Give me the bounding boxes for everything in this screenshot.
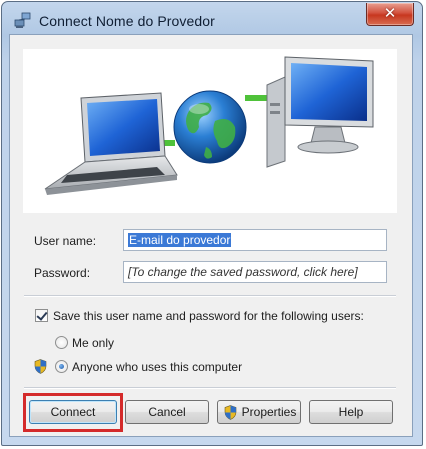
- laptop-icon: [44, 92, 178, 195]
- help-button[interactable]: Help: [309, 400, 393, 424]
- radio-me-only-label: Me only: [72, 336, 115, 350]
- network-connection-icon: [14, 12, 31, 28]
- username-label: User name:: [34, 234, 97, 248]
- properties-button-label: Properties: [241, 405, 297, 419]
- username-field[interactable]: E-mail do provedor: [123, 229, 387, 251]
- properties-button[interactable]: Properties: [217, 400, 301, 424]
- desktop-computer-icon: [266, 56, 374, 168]
- close-button[interactable]: ✕: [366, 3, 414, 26]
- password-label: Password:: [34, 266, 91, 280]
- title-bar[interactable]: Connect Nome do Provedor ✕: [2, 2, 422, 34]
- connection-banner: [23, 49, 397, 213]
- password-value: [To change the saved password, click her…: [128, 265, 358, 279]
- radio-me-only[interactable]: [55, 336, 68, 349]
- username-value: E-mail do provedor: [128, 233, 232, 247]
- separator: [24, 295, 396, 297]
- radio-anyone-label: Anyone who uses this computer: [72, 360, 243, 374]
- uac-shield-icon: [34, 359, 47, 374]
- close-icon: ✕: [383, 4, 397, 22]
- separator: [24, 387, 396, 389]
- save-credentials-label: Save this user name and password for the…: [53, 309, 364, 323]
- globe-icon: [173, 90, 247, 164]
- connect-button[interactable]: Connect: [29, 400, 117, 424]
- password-field[interactable]: [To change the saved password, click her…: [123, 261, 387, 283]
- uac-shield-icon: [224, 405, 237, 420]
- save-credentials-checkbox[interactable]: [35, 309, 48, 322]
- window-title: Connect Nome do Provedor: [39, 13, 215, 29]
- radio-anyone[interactable]: [55, 360, 68, 373]
- cancel-button[interactable]: Cancel: [125, 400, 209, 424]
